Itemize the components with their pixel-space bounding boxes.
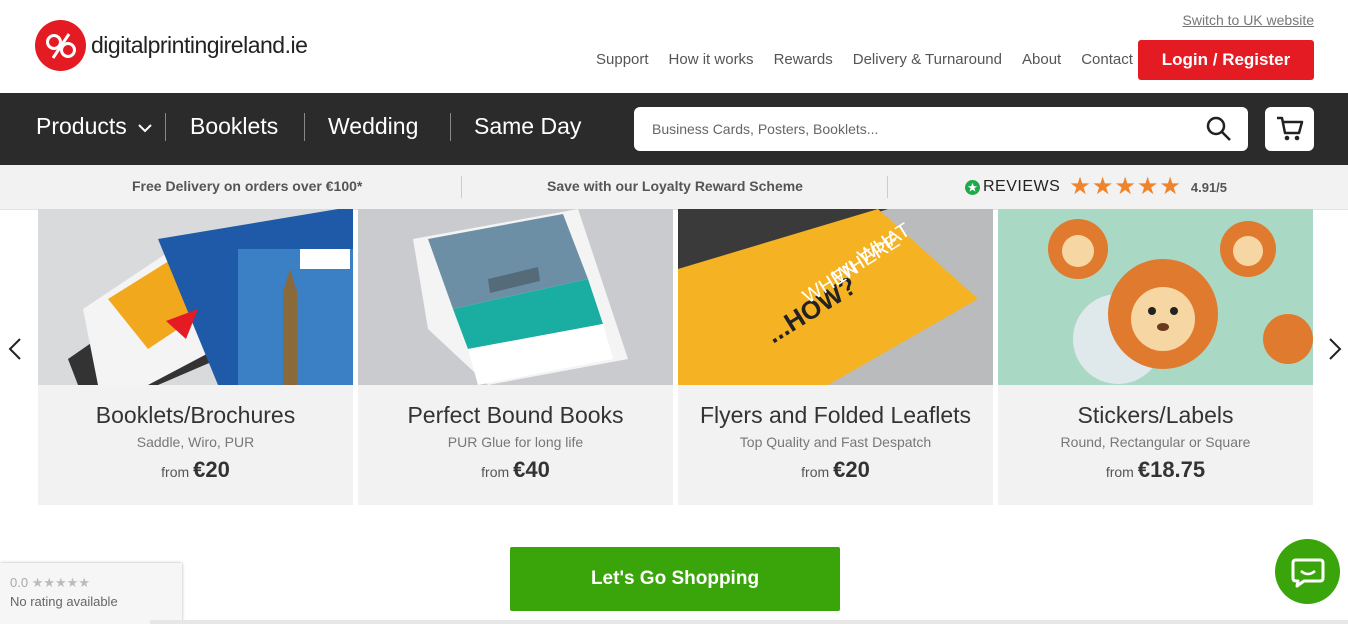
main-navbar: Products Booklets Wedding Same Day Busin… xyxy=(0,93,1348,165)
nav-about[interactable]: About xyxy=(1022,51,1061,68)
star-icon: ★ xyxy=(1114,173,1136,200)
logo[interactable]: digitalprintingireland.ie xyxy=(35,20,308,71)
nav-booklets[interactable]: Booklets xyxy=(190,113,278,140)
info-bar: Free Delivery on orders over €100* Save … xyxy=(0,165,1348,210)
chevron-down-icon xyxy=(138,124,152,133)
nav-support[interactable]: Support xyxy=(596,51,649,68)
product-card-booklets[interactable]: Booklets/Brochures Saddle, Wiro, PUR fro… xyxy=(38,209,353,505)
nav-same-day[interactable]: Same Day xyxy=(474,113,581,140)
product-image-perfect-bound[interactable] xyxy=(358,209,673,385)
nav-wedding[interactable]: Wedding xyxy=(328,113,418,140)
price-value: €20 xyxy=(833,457,870,482)
product-price: from €18.75 xyxy=(998,457,1313,483)
nav-contact[interactable]: Contact xyxy=(1081,51,1133,68)
product-image-stickers[interactable] xyxy=(998,209,1313,385)
loyalty-text[interactable]: Save with our Loyalty Reward Scheme xyxy=(547,178,803,194)
search-icon[interactable] xyxy=(1206,116,1232,142)
empty-stars-icon: ★★★★★ xyxy=(31,575,90,590)
product-price: from €40 xyxy=(358,457,673,483)
rating-stars: ★ ★ ★ ★ ★ xyxy=(1069,173,1182,200)
product-image-flyers[interactable]: ...HOW? WHEN WHERE WHAT xyxy=(678,209,993,385)
chevron-left-icon[interactable] xyxy=(6,337,26,361)
product-title[interactable]: Stickers/Labels xyxy=(998,402,1313,429)
search-input[interactable]: Business Cards, Posters, Booklets... xyxy=(652,121,878,137)
product-price: from €20 xyxy=(678,457,993,483)
rating-widget-stars: 0.0 ★★★★★ xyxy=(10,575,90,591)
price-value: €18.75 xyxy=(1137,457,1206,482)
product-card-perfect-bound[interactable]: Perfect Bound Books PUR Glue for long li… xyxy=(358,209,673,505)
logo-text: digitalprintingireland.ie xyxy=(91,32,308,58)
search-box[interactable]: Business Cards, Posters, Booklets... xyxy=(634,107,1248,151)
star-icon: ★ xyxy=(1136,173,1159,200)
switch-uk-link[interactable]: Switch to UK website xyxy=(1183,12,1315,28)
cart-button[interactable] xyxy=(1265,107,1314,151)
price-from-label: from xyxy=(1105,464,1134,480)
star-icon: ★ xyxy=(1091,173,1114,200)
product-subtitle: Top Quality and Fast Despatch xyxy=(739,434,932,450)
nav-delivery[interactable]: Delivery & Turnaround xyxy=(853,51,1002,68)
nav-divider xyxy=(304,113,305,141)
nav-how-it-works[interactable]: How it works xyxy=(669,51,754,68)
reviews-logo-text: REVIEWS xyxy=(983,178,1061,195)
rating-widget-text: No rating available xyxy=(10,594,118,609)
rating-widget[interactable]: 0.0 ★★★★★ No rating available xyxy=(0,563,182,624)
product-card-flyers[interactable]: ...HOW? WHEN WHERE WHAT Flyers and Folde… xyxy=(678,209,993,505)
reviews-star-icon xyxy=(965,179,980,195)
lets-go-shopping-button[interactable]: Let's Go Shopping xyxy=(510,547,840,611)
product-card-stickers[interactable]: Stickers/Labels Round, Rectangular or Sq… xyxy=(998,209,1313,505)
product-price: from €20 xyxy=(38,457,353,483)
free-delivery-text[interactable]: Free Delivery on orders over €100* xyxy=(132,178,362,194)
nav-products[interactable]: Products xyxy=(36,113,153,140)
bottom-divider xyxy=(150,620,1348,624)
nav-products-label: Products xyxy=(36,113,127,139)
rating-value: 4.91/5 xyxy=(1190,179,1228,195)
product-subtitle: Round, Rectangular or Square xyxy=(1060,434,1251,450)
nav-divider xyxy=(165,113,166,141)
header: digitalprintingireland.ie Switch to UK w… xyxy=(0,0,1348,93)
nav-rewards[interactable]: Rewards xyxy=(774,51,833,68)
reviews-badge[interactable]: REVIEWS ★ ★ ★ ★ ★ 4.91/5 xyxy=(965,173,1228,200)
login-register-button[interactable]: Login / Register xyxy=(1138,40,1314,80)
top-nav: Support How it works Rewards Delivery & … xyxy=(596,51,1153,68)
price-value: €20 xyxy=(193,457,230,482)
price-from-label: from xyxy=(481,464,510,480)
logo-icon xyxy=(35,20,86,71)
nav-divider xyxy=(450,113,451,141)
chat-bubble-icon xyxy=(1291,558,1324,587)
product-title[interactable]: Perfect Bound Books xyxy=(358,402,673,429)
cart-icon xyxy=(1276,116,1303,141)
rating-widget-score: 0.0 xyxy=(10,575,29,590)
price-value: €40 xyxy=(513,457,550,482)
chat-button[interactable] xyxy=(1275,539,1340,604)
product-title[interactable]: Booklets/Brochures xyxy=(38,402,353,429)
info-divider xyxy=(461,176,462,198)
star-icon: ★ xyxy=(1069,173,1091,200)
info-divider xyxy=(887,176,888,198)
price-from-label: from xyxy=(161,464,190,480)
product-title[interactable]: Flyers and Folded Leaflets xyxy=(678,402,993,429)
price-from-label: from xyxy=(801,464,830,480)
star-icon: ★ xyxy=(1159,173,1181,200)
chevron-right-icon[interactable] xyxy=(1324,337,1344,361)
product-subtitle: Saddle, Wiro, PUR xyxy=(136,434,255,450)
product-subtitle: PUR Glue for long life xyxy=(447,434,584,450)
product-image-booklets[interactable] xyxy=(38,209,353,385)
